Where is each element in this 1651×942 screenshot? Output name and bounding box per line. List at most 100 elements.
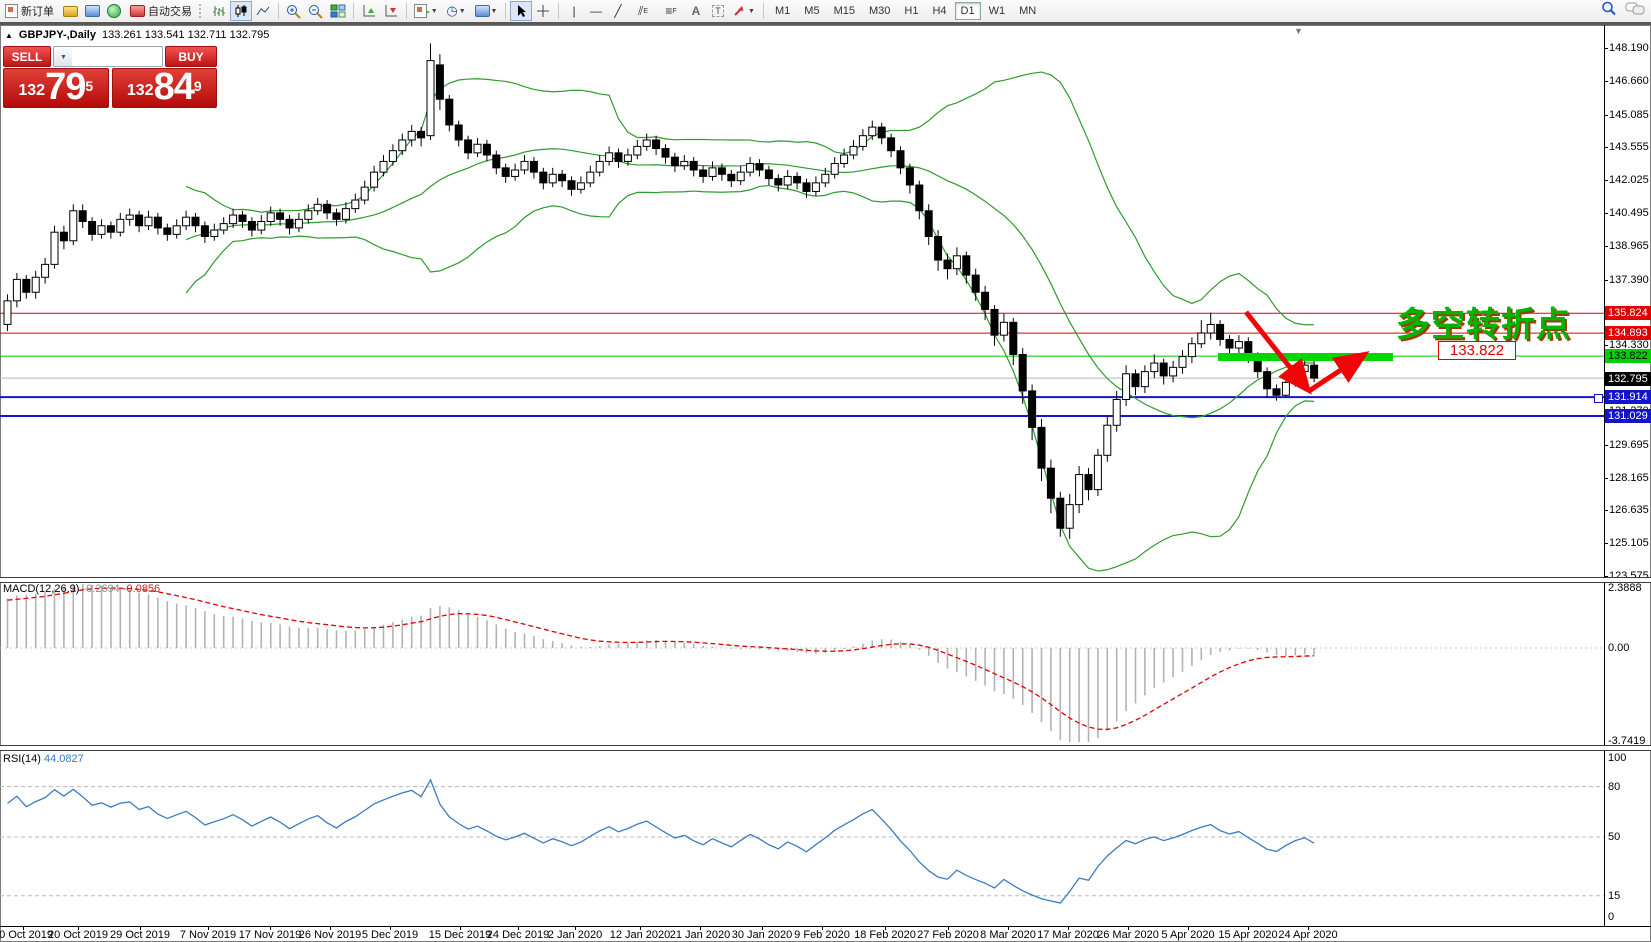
- date-label: 30 Jan 2020: [732, 929, 793, 941]
- fibonacci-tool-icon[interactable]: ≡F: [657, 1, 685, 21]
- periods-dropdown[interactable]: ◷▼: [441, 1, 471, 21]
- sell-price-point: 5: [85, 71, 93, 101]
- price-badge: 132.795: [1605, 372, 1651, 386]
- date-label: 9 Feb 2020: [794, 929, 850, 941]
- arrows-dropdown[interactable]: ▼: [729, 1, 759, 21]
- price-tick-label: 145.085: [1609, 109, 1649, 121]
- price-badge: 133.822: [1605, 349, 1651, 363]
- rsi-axis-label: 15: [1608, 890, 1620, 902]
- date-label: 17 Mar 2020: [1037, 929, 1099, 941]
- hline-drag-handle[interactable]: [1594, 394, 1603, 403]
- price-tick-label: 148.190: [1609, 42, 1649, 54]
- market-watch-icon[interactable]: [81, 1, 103, 21]
- macd-signal-value: -0.0856: [123, 583, 160, 595]
- new-chart-dropdown[interactable]: +▼: [411, 1, 441, 21]
- cursor-tool-icon[interactable]: [510, 1, 532, 21]
- timeframe-button-m30[interactable]: M30: [863, 2, 896, 20]
- new-order-button[interactable]: 新订单: [0, 0, 59, 22]
- zoom-out-icon[interactable]: [305, 1, 327, 21]
- one-click-trading-panel: SELL ▼ ▲ BUY 132 79 5 132 84 9: [3, 46, 217, 108]
- autotrading-button[interactable]: 自动交易: [125, 0, 197, 22]
- chart-shift-marker[interactable]: ▼: [1294, 26, 1303, 36]
- price-tick-label: 143.555: [1609, 141, 1649, 153]
- timeframe-button-w1[interactable]: W1: [983, 2, 1012, 20]
- trendline-tool-icon[interactable]: ╱: [607, 1, 629, 21]
- panel-divider[interactable]: [0, 577, 1651, 583]
- search-icon[interactable]: [1601, 1, 1617, 21]
- bar-chart-type-icon[interactable]: [208, 1, 230, 21]
- date-label: 26 Nov 2019: [299, 929, 361, 941]
- date-axis-border: [0, 926, 1651, 927]
- tile-windows-icon[interactable]: [327, 1, 349, 21]
- window-collapse-icon[interactable]: ▲: [5, 31, 13, 40]
- panel-divider[interactable]: [0, 745, 1651, 751]
- price-tick-label: 129.695: [1609, 439, 1649, 451]
- sell-button[interactable]: SELL: [3, 46, 51, 67]
- timeframe-button-mn[interactable]: MN: [1013, 2, 1042, 20]
- buy-button[interactable]: BUY: [165, 46, 217, 67]
- date-label: 7 Nov 2019: [180, 929, 236, 941]
- fibo-letter: F: [672, 8, 676, 15]
- price-tick-label: 137.390: [1609, 274, 1649, 286]
- price-badge: 131.914: [1605, 390, 1651, 404]
- templates-dropdown[interactable]: ▼: [471, 1, 501, 21]
- rsi-axis-label: 80: [1608, 781, 1620, 793]
- date-label: 24 Apr 2020: [1278, 929, 1337, 941]
- macd-name: MACD(12,26,9): [3, 583, 79, 595]
- timeframe-button-d1[interactable]: D1: [955, 2, 981, 20]
- toolbar-separator: [353, 3, 354, 19]
- community-chat-icon[interactable]: [1625, 1, 1645, 21]
- signals-icon[interactable]: [103, 1, 125, 21]
- metaeditor-icon[interactable]: [59, 1, 81, 21]
- date-label: 8 Mar 2020: [980, 929, 1036, 941]
- toolbar-separator: [505, 3, 506, 19]
- timeframe-button-m1[interactable]: M1: [769, 2, 796, 20]
- timeframe-button-m15[interactable]: M15: [828, 2, 861, 20]
- date-label: 20 Oct 2019: [48, 929, 108, 941]
- buy-price-point: 9: [194, 71, 202, 101]
- turning-point-annotation[interactable]: 多空转折点: [1396, 297, 1571, 346]
- date-label: 15 Dec 2019: [429, 929, 491, 941]
- timeframe-button-h1[interactable]: H1: [898, 2, 924, 20]
- date-label: 21 Jan 2020: [670, 929, 731, 941]
- macd-main-value: -0.2694: [82, 583, 119, 595]
- timeframe-button-h4[interactable]: H4: [926, 2, 952, 20]
- sell-price-tile[interactable]: 132 79 5: [3, 68, 109, 108]
- new-order-label: 新订单: [21, 3, 54, 19]
- price-axis-border: [1604, 25, 1605, 926]
- price-badge: 134.893: [1605, 326, 1651, 340]
- channel-tool-icon[interactable]: ⫽E: [629, 1, 657, 21]
- main-price-chart[interactable]: [0, 25, 1604, 577]
- show-trade-levels-icon[interactable]: [358, 1, 380, 21]
- sell-price-pips: 79: [45, 68, 85, 106]
- date-label: 29 Oct 2019: [110, 929, 170, 941]
- date-label: 26 Mar 2020: [1097, 929, 1159, 941]
- line-chart-type-icon[interactable]: [252, 1, 274, 21]
- horizontal-line-tool-icon[interactable]: —: [585, 1, 607, 21]
- label-tool-icon[interactable]: T: [707, 1, 729, 21]
- volume-decrease-button[interactable]: ▼: [54, 47, 72, 66]
- volume-input[interactable]: [72, 47, 163, 66]
- rsi-axis-label: 100: [1608, 752, 1626, 764]
- crosshair-tool-icon[interactable]: [532, 1, 554, 21]
- level-price-label[interactable]: 133.822: [1438, 341, 1516, 360]
- main-toolbar: 新订单 自动交易 +▼ ◷▼ ▼: [0, 0, 1651, 22]
- date-label: 2 Jan 2020: [548, 929, 602, 941]
- show-order-history-icon[interactable]: [380, 1, 402, 21]
- buy-price-tile[interactable]: 132 84 9: [112, 68, 218, 108]
- rsi-indicator-panel[interactable]: [0, 750, 1604, 926]
- date-label: 5 Apr 2020: [1161, 929, 1214, 941]
- macd-indicator-panel[interactable]: [0, 582, 1604, 745]
- vertical-line-tool-icon[interactable]: |: [563, 1, 585, 21]
- date-label: 5 Dec 2019: [362, 929, 418, 941]
- timeframe-button-m5[interactable]: M5: [798, 2, 825, 20]
- price-badge: 131.029: [1605, 409, 1651, 423]
- rsi-name: RSI(14): [3, 753, 41, 765]
- buy-price-pips: 84: [154, 68, 194, 106]
- date-label: 10 Oct 2019: [0, 929, 53, 941]
- candlestick-type-icon[interactable]: [230, 1, 252, 21]
- toolbar-right-group: [1601, 0, 1645, 22]
- zoom-in-icon[interactable]: [283, 1, 305, 21]
- text-tool-icon[interactable]: A: [685, 1, 707, 21]
- toolbar-grip: [199, 4, 204, 18]
